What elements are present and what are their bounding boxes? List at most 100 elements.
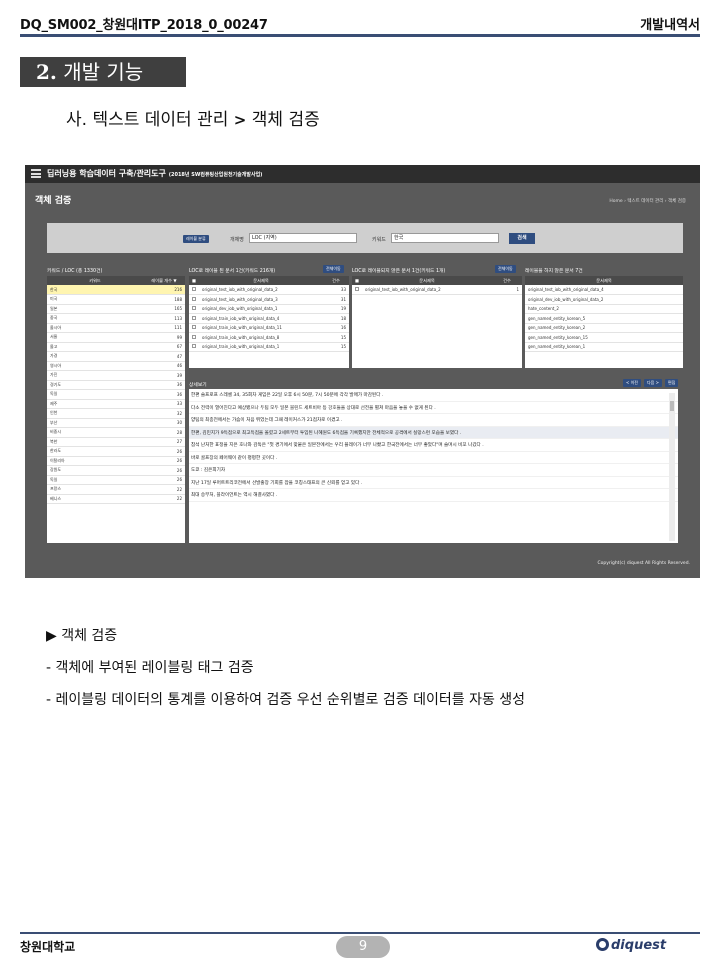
- checkbox[interactable]: [192, 287, 196, 291]
- table-row[interactable]: 가진 39: [47, 370, 185, 381]
- checkbox[interactable]: [192, 344, 196, 349]
- doc-title-cell: gen_named_entity_korean_2: [525, 323, 683, 333]
- bullet-title: ▶ 객체 검증: [46, 628, 118, 644]
- search-button[interactable]: 검색: [509, 233, 535, 244]
- sentence-line[interactable]: 바로 골프장의 페어웨이 같이 평평한 곳이다 .: [189, 452, 678, 464]
- prev-button[interactable]: < 이전: [623, 379, 641, 387]
- sentence-line[interactable]: 최대 승부처, 블라이언트는 역시 해결사였다 .: [189, 489, 678, 502]
- keyword-cell: 미국: [47, 294, 143, 305]
- checkbox[interactable]: [192, 306, 196, 311]
- table-row[interactable]: 몰고 67: [47, 342, 185, 352]
- count-cell: 16: [323, 323, 349, 333]
- row-checkbox-cell[interactable]: [189, 313, 199, 324]
- count-col-header: 건수: [323, 276, 349, 285]
- row-checkbox-cell[interactable]: [189, 332, 199, 343]
- labeled-panel: ■ 문서제목 건수 original_test_iob_with_original_d…: [189, 276, 349, 368]
- detail-scrollbar[interactable]: [669, 393, 675, 541]
- table-row[interactable]: gen_named_entity_korean_5: [525, 313, 683, 324]
- table-row[interactable]: original_test_iob_with_original_data_2 1: [352, 285, 522, 295]
- table-row[interactable]: 부산 30: [47, 418, 185, 428]
- keyword-input[interactable]: 한국: [391, 233, 499, 243]
- table-row[interactable]: original_test_iob_with_original_data_2 33: [189, 285, 349, 295]
- doc-title-cell: hate_content_2: [525, 304, 683, 314]
- kw-col-header[interactable]: 키워드: [47, 276, 143, 285]
- checkbox[interactable]: [192, 334, 196, 339]
- table-row[interactable]: 중국 113: [47, 313, 185, 324]
- table-row[interactable]: original_train_iob_with_original_data_11…: [189, 342, 349, 352]
- row-checkbox-cell[interactable]: [189, 342, 199, 352]
- table-row[interactable]: 일본 165: [47, 304, 185, 314]
- table-row[interactable]: 한국 216: [47, 285, 185, 295]
- sentence-line[interactable]: 다소 전력이 열어진다고 예상됐으나 두팀 모두 일본 블린드 세트비아 등 강…: [189, 402, 678, 414]
- table-row[interactable]: 한라도 26: [47, 446, 185, 457]
- scroll-thumb[interactable]: [670, 401, 674, 411]
- table-row[interactable]: 경기도 36: [47, 380, 185, 390]
- table-row[interactable]: 강원도 26: [47, 465, 185, 476]
- table-row[interactable]: original_dev_iob_with_original_data_1 19: [189, 304, 349, 314]
- count-cell: 113: [143, 313, 185, 324]
- table-row[interactable]: 이탈리아 26: [47, 456, 185, 466]
- checkbox[interactable]: [192, 315, 196, 320]
- checkbox[interactable]: [192, 325, 196, 330]
- move-all-button-1[interactable]: 전체이동: [323, 265, 344, 273]
- table-row[interactable]: 영시아 46: [47, 361, 185, 371]
- sentence-line[interactable]: 참석 난처한 표정을 지은 호나와 감독은 "첫 경기에서 맞붙은 일본전에서는…: [189, 439, 678, 452]
- row-checkbox-cell[interactable]: [189, 285, 199, 295]
- table-row[interactable]: 미국 188: [47, 294, 185, 305]
- sentence-line[interactable]: 한편, 김민지가 9득점으로 최고득점을 올렸고 2세트부터 투입된 나혜원도 …: [189, 426, 678, 439]
- table-row[interactable]: original_dev_iob_with_original_data_2: [525, 294, 683, 305]
- row-checkbox-cell[interactable]: [189, 294, 199, 305]
- table-row[interactable]: 프랑스 22: [47, 484, 185, 495]
- table-row[interactable]: 북한 27: [47, 437, 185, 447]
- keyword-cell: 베니스: [47, 494, 143, 504]
- table-row[interactable]: 서울 99: [47, 332, 185, 343]
- table-row[interactable]: 제주 33: [47, 399, 185, 409]
- app-title: 딥러닝용 학습데이터 구축/관리도구: [47, 169, 166, 178]
- label-category-button[interactable]: 레이블 분류: [183, 235, 209, 243]
- table-row[interactable]: gen_named_entity_korean_15: [525, 332, 683, 343]
- doc-title-cell: original_test_iob_with_original_data_2: [199, 285, 323, 295]
- checkbox[interactable]: [355, 287, 359, 291]
- table-row[interactable]: original_test_iob_with_original_data_3 31: [189, 294, 349, 305]
- select-all-checkbox[interactable]: ■: [189, 276, 199, 285]
- count-col-header[interactable]: 레이블 개수 ▼: [143, 276, 185, 285]
- page-title: 객체 검증: [35, 196, 72, 206]
- sentence-line[interactable]: 한편 슬프로프 스레셀 34, 35회차 게임은 22일 오후 6시 50분, …: [189, 389, 678, 402]
- count-cell: 26: [143, 456, 185, 466]
- next-button[interactable]: 다음 >: [644, 379, 662, 387]
- table-row[interactable]: hate_content_2: [525, 304, 683, 314]
- checkbox[interactable]: [192, 296, 196, 301]
- entity-select[interactable]: LOC (지역): [249, 233, 357, 243]
- row-checkbox-cell[interactable]: [352, 285, 362, 295]
- menu-icon[interactable]: [31, 169, 41, 178]
- table-row[interactable]: gen_named_entity_korean_1: [525, 342, 683, 352]
- select-all-checkbox[interactable]: ■: [352, 276, 362, 285]
- count-cell: 33: [143, 399, 185, 409]
- page-number: 9: [336, 936, 390, 958]
- table-row[interactable]: original_train_iob_with_original_data_8 1…: [189, 332, 349, 343]
- table-row[interactable]: 독일 26: [47, 475, 185, 485]
- table-row[interactable]: 비중시 28: [47, 427, 185, 438]
- keyword-cell: 서울: [47, 332, 143, 343]
- count-cell: 99: [143, 332, 185, 343]
- row-checkbox-cell[interactable]: [189, 323, 199, 333]
- doc-title-cell: gen_named_entity_korean_5: [525, 313, 683, 324]
- table-row[interactable]: 인천 32: [47, 408, 185, 419]
- sentence-line[interactable]: 지난 17일 루머트트리코전에서 선발출장 기회를 잡을 코칭스태프의 큰 신뢰…: [189, 477, 678, 489]
- sentence-line[interactable]: 양팀의 최종전에서는 가슴이 처음 뛰었는데 그때 레이커스가 21점차로 이겼…: [189, 414, 678, 427]
- table-row[interactable]: 올시아 111: [47, 323, 185, 333]
- sentence-line[interactable]: 도쿄 : 김은희기자: [189, 464, 678, 477]
- edit-button[interactable]: 편집: [665, 379, 679, 387]
- table-row[interactable]: original_test_iob_with_original_data_4: [525, 285, 683, 295]
- table-row[interactable]: gen_named_entity_korean_2: [525, 323, 683, 333]
- table-row[interactable]: original_train_iob_with_original_data_11…: [189, 323, 349, 333]
- doc-title-cell: gen_named_entity_korean_15: [525, 332, 683, 343]
- row-checkbox-cell[interactable]: [189, 304, 199, 314]
- nolabel-panel: 문서제목 original_test_iob_with_original_data…: [525, 276, 683, 368]
- table-row[interactable]: 독일 36: [47, 389, 185, 400]
- table-row[interactable]: 가경 47: [47, 351, 185, 362]
- table-row[interactable]: 베니스 22: [47, 494, 185, 504]
- move-all-button-2[interactable]: 전체이동: [495, 265, 516, 273]
- doc-title-cell: original_train_iob_with_original_data_4: [199, 313, 323, 324]
- table-row[interactable]: original_train_iob_with_original_data_4 1…: [189, 313, 349, 324]
